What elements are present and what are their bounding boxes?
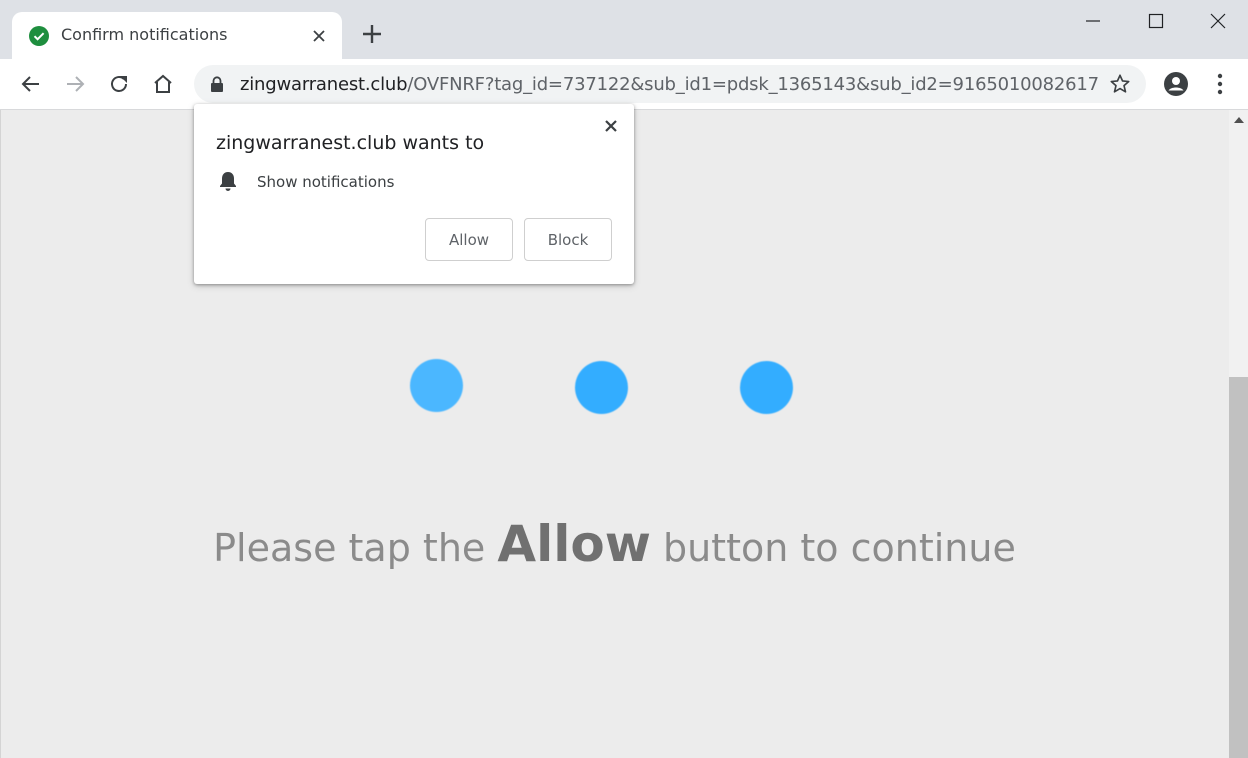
maximize-icon <box>1148 13 1164 29</box>
url-path: /OVFNRF?tag_id=737122&sub_id1=pdsk_13651… <box>407 74 1100 95</box>
forward-arrow-icon[interactable] <box>62 71 88 97</box>
window-close-icon <box>1210 13 1226 29</box>
tab-strip: Confirm notifications <box>0 0 1248 59</box>
reload-icon[interactable] <box>106 71 132 97</box>
instruction-message: Please tap the Allow button to continue <box>0 515 1229 573</box>
green-check-circle-icon <box>29 26 49 46</box>
window-close-button[interactable] <box>1187 0 1248 44</box>
minimize-button[interactable] <box>1062 0 1124 44</box>
popup-title: zingwarranest.club wants to <box>216 132 485 154</box>
minimize-icon <box>1086 20 1100 22</box>
tab-confirm-notifications[interactable]: Confirm notifications <box>12 12 342 59</box>
url-text[interactable]: zingwarranest.club/OVFNRF?tag_id=737122&… <box>240 74 1100 95</box>
home-icon[interactable] <box>150 71 176 97</box>
scrollbar-thumb[interactable] <box>1229 377 1248 758</box>
tab-close-icon[interactable] <box>310 27 328 45</box>
loading-dot <box>575 361 628 414</box>
bell-icon <box>220 172 236 191</box>
close-icon[interactable] <box>604 119 618 133</box>
url-host: zingwarranest.club <box>240 74 408 95</box>
menu-icon[interactable] <box>1210 71 1230 97</box>
back-arrow-icon[interactable] <box>18 71 44 97</box>
tab-title: Confirm notifications <box>61 25 228 44</box>
scroll-up-arrow-icon[interactable] <box>1234 117 1244 123</box>
permission-label: Show notifications <box>257 173 395 191</box>
loading-dot <box>410 359 463 412</box>
maximize-button[interactable] <box>1125 0 1187 44</box>
star-icon[interactable] <box>1109 73 1131 95</box>
message-emphasis: Allow <box>497 515 651 573</box>
profile-icon[interactable] <box>1163 71 1189 97</box>
browser-toolbar: zingwarranest.club/OVFNRF?tag_id=737122&… <box>0 59 1248 110</box>
lock-icon[interactable] <box>210 76 224 93</box>
message-after: button to continue <box>650 526 1016 570</box>
allow-button[interactable]: Allow <box>425 218 513 261</box>
block-button[interactable]: Block <box>524 218 612 261</box>
message-before: Please tap the <box>213 526 498 570</box>
address-bar[interactable]: zingwarranest.club/OVFNRF?tag_id=737122&… <box>194 65 1146 103</box>
loading-dot <box>740 361 793 414</box>
new-tab-plus-icon[interactable] <box>360 22 384 46</box>
notification-permission-popup: zingwarranest.club wants to Show notific… <box>194 104 634 284</box>
